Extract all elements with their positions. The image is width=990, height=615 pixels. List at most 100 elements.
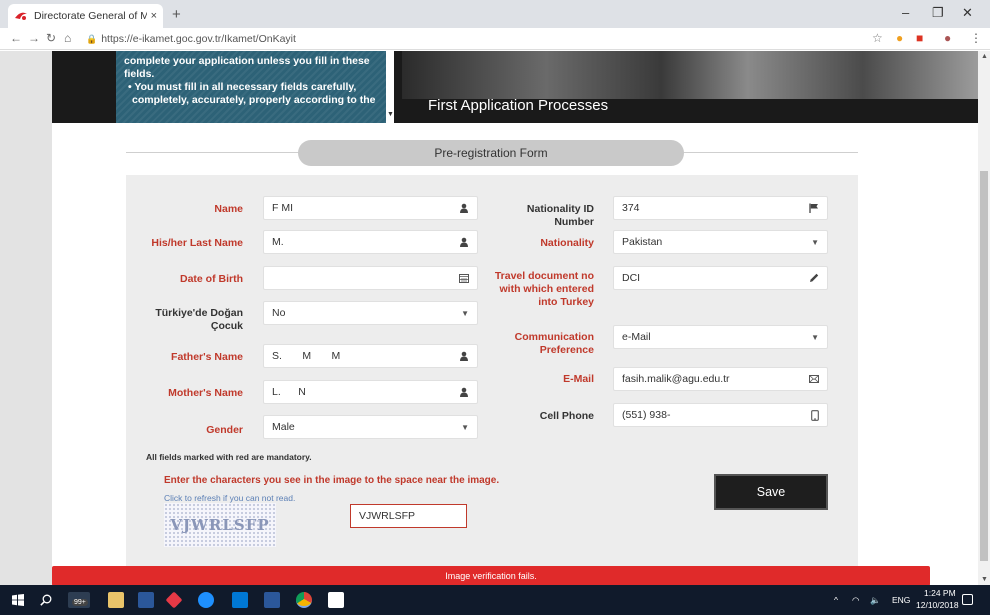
search-icon[interactable] xyxy=(40,594,52,606)
communication-preference-select[interactable]: e-Mail ▼ xyxy=(613,325,828,349)
calendar-icon[interactable] xyxy=(459,273,469,283)
dropdown-icon: ▼ xyxy=(461,423,469,432)
banner-photo xyxy=(402,51,978,99)
email-field[interactable]: fasih.malik@agu.edu.tr xyxy=(613,367,828,391)
windows-start-icon[interactable] xyxy=(12,594,24,606)
captcha-refresh-link[interactable]: Click to refresh if you can not read. xyxy=(164,493,295,503)
turkiye-dogan-cocuk-select[interactable]: No ▼ xyxy=(263,301,478,325)
browser-toolbar: ← → ↻ ⌂ 🔒 https://e-ikamet.goc.gov.tr/Ik… xyxy=(0,28,990,50)
clock-time[interactable]: 1:24 PM xyxy=(924,588,956,598)
turkiye-dogan-cocuk-value: No xyxy=(272,307,286,319)
envelope-icon xyxy=(809,375,819,383)
file-explorer-icon[interactable] xyxy=(108,592,124,608)
nationality-id-value: 374 xyxy=(622,202,640,214)
gender-value: Male xyxy=(272,421,295,433)
gender-label: Gender xyxy=(206,424,243,436)
nationality-label: Nationality xyxy=(540,237,594,249)
travel-document-value: DCI xyxy=(622,272,641,284)
cell-phone-field[interactable]: (551) 938- xyxy=(613,403,828,427)
name-label: Name xyxy=(214,203,243,215)
date-of-birth-label: Date of Birth xyxy=(180,273,243,285)
address-bar[interactable]: 🔒 https://e-ikamet.goc.gov.tr/Ikamet/OnK… xyxy=(86,30,846,48)
scroll-down-icon[interactable]: ▼ xyxy=(981,576,988,583)
notice-line: completely, accurately, properly accordi… xyxy=(132,94,376,106)
forward-icon[interactable]: → xyxy=(28,31,40,45)
dropdown-icon: ▼ xyxy=(461,309,469,318)
scroll-up-icon[interactable]: ▲ xyxy=(981,53,988,60)
new-tab-button[interactable]: + xyxy=(172,6,181,23)
dropdown-icon: ▼ xyxy=(811,333,819,342)
reload-icon[interactable]: ↻ xyxy=(46,31,56,45)
notice-line: complete your application unless you fil… xyxy=(124,55,370,67)
volume-icon[interactable]: 🔈 xyxy=(870,595,881,606)
nationality-value: Pakistan xyxy=(622,236,663,248)
mobile-phone-icon xyxy=(811,410,819,421)
name-field[interactable]: F MI xyxy=(263,196,478,220)
mothers-name-label: Mother's Name xyxy=(168,387,243,399)
network-icon[interactable]: ◠ xyxy=(852,595,859,606)
back-icon[interactable]: ← xyxy=(10,31,22,45)
word-icon[interactable] xyxy=(138,592,154,608)
browser-tab-strip: Directorate General of Migration × + – ❐… xyxy=(0,0,990,28)
captcha-input[interactable]: VJWRLSFP xyxy=(350,504,467,528)
notice-line: • You must fill in all necessary fields … xyxy=(128,81,357,93)
person-icon xyxy=(460,237,468,247)
date-of-birth-field[interactable] xyxy=(263,266,478,290)
cell-phone-label: Cell Phone xyxy=(539,410,594,422)
photos-icon[interactable] xyxy=(328,592,344,608)
edge-icon[interactable] xyxy=(198,592,214,608)
mothers-name-field[interactable]: L. N xyxy=(263,380,478,404)
word-icon[interactable] xyxy=(264,592,280,608)
travel-document-field[interactable]: DCI xyxy=(613,266,828,290)
nationality-id-label: Nationality ID Number xyxy=(526,203,594,228)
fathers-name-field[interactable]: S. M M xyxy=(263,344,478,368)
profile-avatar-icon[interactable]: ● xyxy=(944,31,951,45)
tray-overflow-icon[interactable]: ^ xyxy=(834,595,838,605)
lock-icon: 🔒 xyxy=(86,33,98,44)
form-title: Pre-registration Form xyxy=(298,140,684,166)
scroll-down-icon[interactable]: ▼ xyxy=(387,108,394,121)
captcha-image[interactable]: VJWRLSFP xyxy=(164,503,276,547)
menu-icon[interactable]: ⋮ xyxy=(970,31,982,45)
app-icon[interactable] xyxy=(165,591,183,609)
notifications-icon[interactable] xyxy=(962,594,973,605)
save-button[interactable]: Save xyxy=(714,474,828,510)
last-name-value: M. xyxy=(272,236,284,248)
maximize-icon[interactable]: ❐ xyxy=(932,5,944,21)
communication-preference-value: e-Mail xyxy=(622,331,651,343)
taskbar: 99+ ^ ◠ 🔈 ENG 1:24 PM 12/10/2018 xyxy=(0,585,990,615)
people-icon[interactable]: 99+ xyxy=(68,592,90,608)
pdf-extension-icon[interactable]: ■ xyxy=(916,31,923,45)
minimize-icon[interactable]: – xyxy=(902,5,909,20)
nationality-select[interactable]: Pakistan ▼ xyxy=(613,230,828,254)
captcha-image-text: VJWRLSFP xyxy=(170,516,270,534)
last-name-label: His/her Last Name xyxy=(151,237,243,249)
turkiye-dogan-cocuk-label: Türkiye'de Doğan Çocuk xyxy=(155,307,243,332)
browser-tab[interactable]: Directorate General of Migration × xyxy=(8,4,163,28)
pencil-icon xyxy=(810,273,819,282)
page-scrollbar[interactable]: ▲ ▼ xyxy=(978,51,990,585)
app-c-icon[interactable] xyxy=(232,592,248,608)
url-text: https://e-ikamet.goc.gov.tr/Ikamet/OnKay… xyxy=(101,33,296,45)
clock-date[interactable]: 12/10/2018 xyxy=(916,600,959,610)
bookmark-star-icon[interactable]: ☆ xyxy=(872,31,883,45)
mothers-name-value: L. N xyxy=(272,386,306,398)
close-tab-icon[interactable]: × xyxy=(151,10,157,22)
last-name-field[interactable]: M. xyxy=(263,230,478,254)
scrollbar-thumb[interactable] xyxy=(980,171,988,561)
chrome-icon[interactable] xyxy=(296,592,312,608)
notice-box[interactable]: complete your application unless you fil… xyxy=(116,51,394,123)
fathers-name-value: S. M M xyxy=(272,350,341,362)
nationality-id-field[interactable]: 374 xyxy=(613,196,828,220)
home-icon[interactable]: ⌂ xyxy=(64,31,71,45)
language-indicator[interactable]: ENG xyxy=(892,595,910,605)
close-window-icon[interactable]: ✕ xyxy=(962,5,973,21)
flag-icon xyxy=(809,203,818,213)
email-label: E-Mail xyxy=(563,373,594,385)
notice-line: fields. xyxy=(124,68,155,80)
gender-select[interactable]: Male ▼ xyxy=(263,415,478,439)
extension-icon[interactable]: ● xyxy=(896,31,903,45)
dropdown-icon: ▼ xyxy=(811,238,819,247)
notice-scrollbar[interactable]: ▼ xyxy=(386,51,394,123)
captcha-input-value: VJWRLSFP xyxy=(359,510,416,522)
